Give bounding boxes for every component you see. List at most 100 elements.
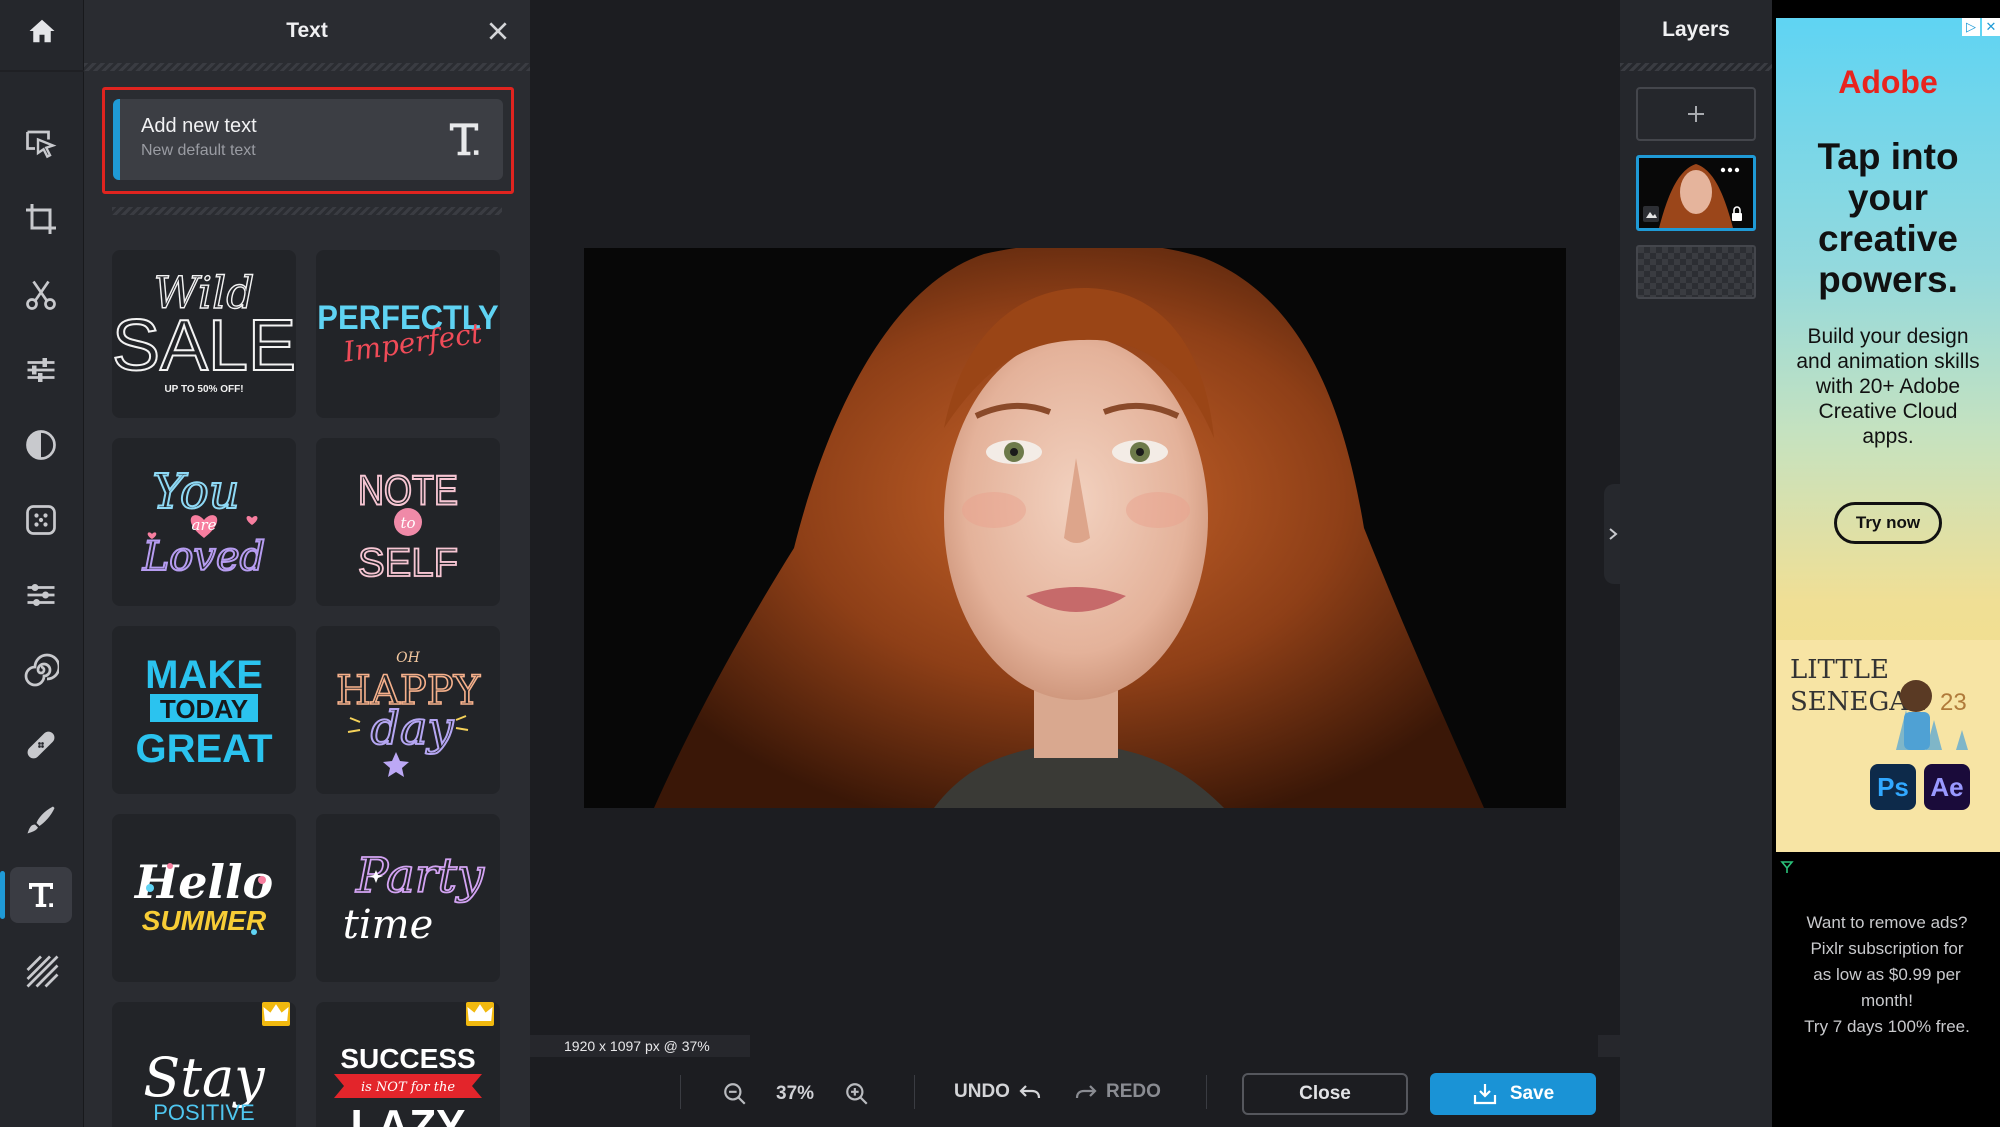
undo-button[interactable]: UNDO xyxy=(954,1081,1042,1103)
toolbar-divider xyxy=(914,1075,915,1109)
crop-icon xyxy=(26,204,56,234)
adchoices-triangle-icon[interactable] xyxy=(1780,860,1794,874)
zoom-in-icon xyxy=(846,1083,868,1105)
filter-tool[interactable] xyxy=(10,417,72,473)
text-panel: Text Add new text New default text Wild … xyxy=(84,0,530,1127)
zoom-in-button[interactable] xyxy=(842,1079,872,1109)
layer-image[interactable] xyxy=(1636,155,1756,231)
rail-divider xyxy=(0,70,84,72)
text-preset-party-time[interactable]: Party time xyxy=(316,814,500,982)
bandage-icon xyxy=(27,731,55,759)
save-label: Save xyxy=(1509,1083,1555,1104)
contrast-icon xyxy=(26,430,56,460)
text-preset-note-to-self[interactable]: NOTE to SELF xyxy=(316,438,500,606)
svg-text:You: You xyxy=(152,464,239,520)
distort-tool[interactable] xyxy=(10,642,72,698)
text-icon xyxy=(449,123,479,156)
ad-body: Build your design and animation skills w… xyxy=(1796,325,1980,448)
adchoices-icon[interactable]: ▷ xyxy=(1962,18,1980,36)
make-today-great-art: MAKE TODAY GREAT xyxy=(135,653,272,771)
save-button[interactable]: Save xyxy=(1430,1073,1596,1115)
text-preset-success-lazy[interactable]: SUCCESS is NOT for the LAZY xyxy=(316,1002,500,1127)
svg-text:NOTE: NOTE xyxy=(358,468,458,514)
canvas-image[interactable] xyxy=(584,248,1566,808)
svg-text:OH: OH xyxy=(396,650,420,666)
effect-tool[interactable] xyxy=(10,492,72,548)
svg-text:day: day xyxy=(371,701,455,755)
text-icon xyxy=(29,883,53,907)
close-icon xyxy=(489,22,507,40)
tool-rail xyxy=(0,0,84,1127)
ad-artwork: LITTLE SENEGAL 23 Ps Ae xyxy=(1776,640,2000,852)
text-preset-stay-positive[interactable]: Stay POSITIVE xyxy=(112,1002,296,1127)
svg-text:UP TO 50% OFF!: UP TO 50% OFF! xyxy=(164,384,243,395)
toolbar-divider xyxy=(680,1075,681,1109)
stripes-icon xyxy=(26,955,59,988)
heal-tool[interactable] xyxy=(10,717,72,773)
add-new-text-button[interactable]: Add new text New default text xyxy=(113,99,503,180)
svg-text:Ae: Ae xyxy=(1930,772,1963,802)
ad-close-icon[interactable]: ✕ xyxy=(1982,18,2000,36)
svg-text:Hello: Hello xyxy=(133,855,273,909)
text-preset-you-are-loved[interactable]: You are Loved xyxy=(112,438,296,606)
ad-headline: Tap into your creative powers. xyxy=(1817,136,1959,300)
svg-text:SELF: SELF xyxy=(358,541,458,585)
zoom-out-icon xyxy=(724,1083,746,1105)
text-tool[interactable] xyxy=(0,867,72,923)
svg-text:TODAY: TODAY xyxy=(160,694,248,724)
add-new-text-title: Add new text xyxy=(141,115,257,137)
add-new-text-subtitle: New default text xyxy=(141,142,256,159)
text-preset-hello-summer[interactable]: Hello SUMMER xyxy=(112,814,296,982)
panel-close-button[interactable] xyxy=(484,17,512,45)
svg-text:to: to xyxy=(400,514,415,532)
crop-tool[interactable] xyxy=(10,191,72,247)
text-preset-make-today-great[interactable]: MAKE TODAY GREAT xyxy=(112,626,296,794)
svg-text:Ps: Ps xyxy=(1877,772,1909,802)
home-icon xyxy=(29,19,55,43)
add-new-text-highlight: Add new text New default text xyxy=(102,87,514,194)
crown-icon xyxy=(263,1004,289,1021)
ad-controls: ▷ ✕ xyxy=(1962,18,2000,36)
text-panel-title: Text xyxy=(286,19,328,42)
zoom-out-button[interactable] xyxy=(720,1079,750,1109)
arrange-tool[interactable] xyxy=(10,116,72,172)
svg-text:is NOT for the: is NOT for the xyxy=(361,1080,455,1095)
text-preset-wild-sale[interactable]: Wild SALE UP TO 50% OFF! xyxy=(112,250,296,418)
header-divider xyxy=(84,63,530,71)
svg-text:MAKE: MAKE xyxy=(145,653,263,697)
pattern-tool[interactable] xyxy=(10,942,72,998)
advertisement[interactable]: ▷ ✕ Adobe Tap into your creative powers.… xyxy=(1776,18,2000,852)
ad-brand: Adobe xyxy=(1838,64,1938,100)
home-button[interactable] xyxy=(0,0,84,62)
svg-text:are: are xyxy=(192,516,217,534)
svg-text:SALE: SALE xyxy=(112,306,296,386)
brush-icon xyxy=(27,806,55,834)
svg-text:23: 23 xyxy=(1940,689,1967,716)
text-preset-oh-happy-day[interactable]: OH HAPPY day xyxy=(316,626,500,794)
spiral-icon xyxy=(24,653,59,687)
svg-text:time: time xyxy=(343,902,433,948)
image-info-status: 1920 x 1097 px @ 37% xyxy=(530,1035,750,1057)
perfectly-imperfect-art: PERFECTLY Imperfect xyxy=(317,299,499,369)
redo-label: REDO xyxy=(1106,1081,1161,1102)
liquify-tool[interactable] xyxy=(10,567,72,623)
cutout-tool[interactable] xyxy=(10,267,72,323)
premium-badge xyxy=(262,1002,290,1026)
layer-transparent[interactable] xyxy=(1636,245,1756,299)
draw-tool[interactable] xyxy=(10,792,72,848)
undo-icon xyxy=(1019,1085,1041,1099)
bottom-toolbar: 37% UNDO REDO Close Save xyxy=(530,1057,1620,1127)
close-button[interactable]: Close xyxy=(1242,1073,1408,1115)
svg-text:POSITIVE: POSITIVE xyxy=(153,1100,254,1125)
layers-panel: Layers xyxy=(1620,0,1772,1127)
canvas-workspace[interactable]: 1920 x 1097 px @ 37% xyxy=(530,0,1620,1057)
plus-icon xyxy=(1688,106,1704,122)
add-layer-button[interactable] xyxy=(1636,87,1756,141)
redo-button[interactable]: REDO xyxy=(1074,1081,1161,1103)
text-preset-perfectly-imperfect[interactable]: PERFECTLY Imperfect xyxy=(316,250,500,418)
ad-try-now-button[interactable]: Try now xyxy=(1834,502,1942,544)
arrange-icon xyxy=(26,130,57,159)
svg-text:GREAT: GREAT xyxy=(135,727,272,771)
adjust-tool[interactable] xyxy=(10,342,72,398)
redo-icon xyxy=(1075,1085,1097,1099)
